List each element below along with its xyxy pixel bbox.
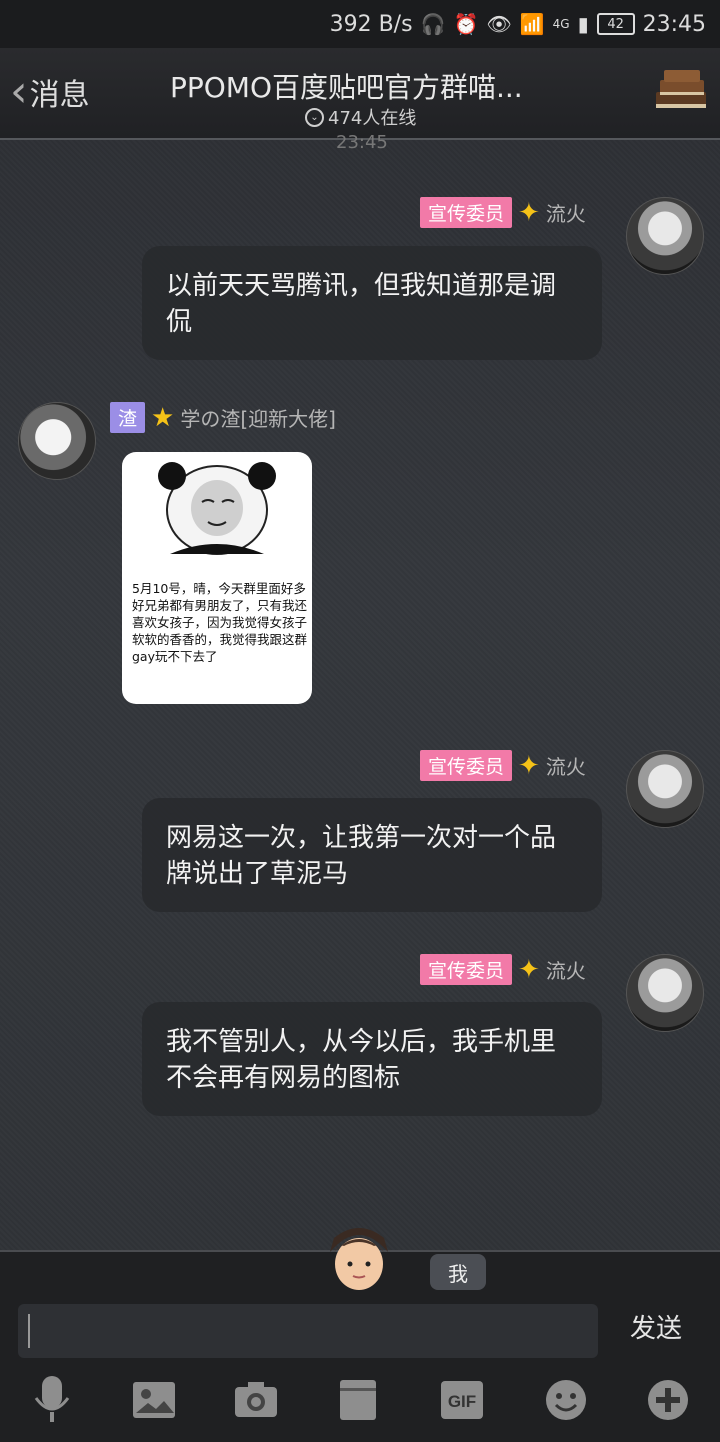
battery-icon: 42 (596, 13, 635, 35)
me-tab[interactable]: 我 (430, 1254, 486, 1290)
role-badge: 宣传委员 (420, 197, 513, 228)
my-avatar[interactable] (320, 1222, 398, 1292)
group-info-books-icon[interactable] (652, 66, 710, 116)
role-badge: 宣传委员 (420, 954, 513, 985)
microphone-icon[interactable] (22, 1370, 82, 1430)
status-bar: 392 B/s 🎧 ⏰ 👁 📶 4G ▮ 42 23:45 (0, 0, 720, 48)
image-caption: 5月10号，晴，今天群里面好多好兄弟都有男朋友了，只有我还喜欢女孩子，因为我觉得… (132, 581, 308, 664)
battery-level: 42 (607, 16, 624, 32)
online-label: 474人在线 (328, 108, 417, 129)
wifi-icon: 📶 (519, 12, 545, 36)
folder-icon[interactable] (328, 1370, 388, 1430)
alarm-icon: ⏰ (453, 12, 479, 36)
gif-label: GIF (448, 1392, 476, 1411)
role-badge: 宣传委员 (420, 750, 513, 781)
chevron-left-icon: ‹ (10, 66, 28, 117)
sender-meta: 宣传委员 ✦ 流火 (420, 954, 586, 985)
network-speed: 392 B/s (329, 11, 413, 37)
network-type: 4G (552, 17, 570, 31)
message-bubble[interactable]: 以前天天骂腾讯，但我知道那是调侃 (142, 246, 602, 360)
signal-icon: ▮ (577, 12, 589, 36)
avatar[interactable] (18, 402, 96, 480)
online-count[interactable]: ⌄ 474人在线 (305, 104, 416, 130)
sender-name: 流火 (545, 755, 586, 779)
avatar[interactable] (626, 197, 704, 275)
gif-icon[interactable]: GIF (432, 1370, 492, 1430)
image-message[interactable]: 5月10号，晴，今天群里面好多好兄弟都有男朋友了，只有我还喜欢女孩子，因为我觉得… (122, 452, 312, 704)
chevron-down-icon: ⌄ (305, 107, 324, 127)
eye-icon: 👁 (486, 12, 512, 36)
headphones-icon: 🎧 (420, 12, 446, 36)
group-title[interactable]: PPOMO百度贴吧官方群喵... (170, 66, 550, 106)
message-bubble[interactable]: 网易这一次，让我第一次对一个品牌说出了草泥马 (142, 798, 602, 912)
star-icon: ✦ (518, 954, 540, 985)
avatar[interactable] (626, 750, 704, 828)
back-button[interactable]: ‹ 消息 (10, 70, 90, 114)
plus-icon[interactable] (638, 1370, 698, 1430)
image-icon[interactable] (124, 1370, 184, 1430)
timestamp: 23:45 (336, 132, 388, 153)
send-button[interactable]: 发送 (630, 1308, 682, 1345)
panda-meme-image (158, 462, 276, 555)
star-icon: ✦ (518, 750, 540, 781)
message-bubble[interactable]: 我不管别人，从今以后，我手机里不会再有网易的图标 (142, 1002, 602, 1116)
input-toolbar: GIF (0, 1370, 720, 1434)
star-icon: ★ (151, 402, 175, 433)
chat-header: ‹ 消息 PPOMO百度贴吧官方群喵... ⌄ 474人在线 (0, 48, 720, 140)
emoji-icon[interactable] (536, 1370, 596, 1430)
clock: 23:45 (642, 11, 706, 37)
star-icon: ✦ (518, 197, 540, 228)
sender-meta: 宣传委员 ✦ 流火 (420, 197, 586, 228)
sender-meta: 渣 ★ 学の渣[迎新大佬] (110, 402, 336, 433)
text-cursor (28, 1314, 30, 1348)
camera-icon[interactable] (226, 1370, 286, 1430)
message-input[interactable] (18, 1304, 598, 1358)
role-badge: 渣 (110, 402, 146, 433)
sender-meta: 宣传委员 ✦ 流火 (420, 750, 586, 781)
sender-name: 流火 (545, 959, 586, 983)
sender-name: 学の渣[迎新大佬] (180, 407, 336, 431)
sender-name: 流火 (545, 202, 586, 226)
avatar[interactable] (626, 954, 704, 1032)
back-label: 消息 (29, 78, 90, 113)
